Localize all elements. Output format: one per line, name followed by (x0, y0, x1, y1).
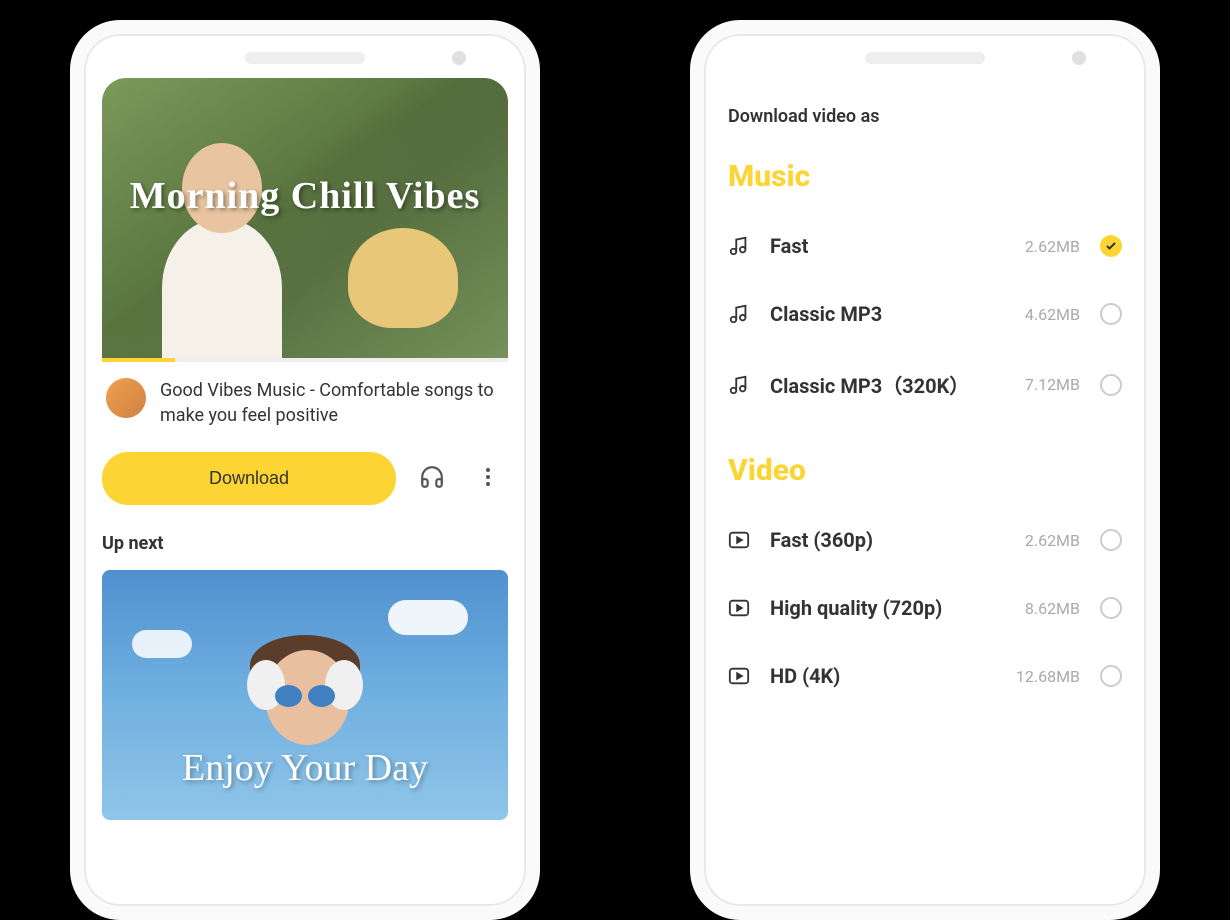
radio-unselected[interactable] (1100, 597, 1122, 619)
music-section-heading: Music (728, 159, 1122, 194)
video-progress-bar[interactable] (102, 358, 508, 362)
radio-selected[interactable] (1100, 235, 1122, 257)
option-size: 2.62MB (1025, 531, 1080, 550)
music-note-icon (728, 303, 750, 325)
more-vertical-icon (476, 465, 500, 492)
option-size: 12.68MB (1016, 667, 1080, 686)
option-size: 4.62MB (1025, 305, 1080, 324)
option-label: High quality (720p) (770, 596, 1005, 620)
radio-unselected[interactable] (1100, 529, 1122, 551)
phone-notch (84, 34, 526, 78)
download-button[interactable]: Download (102, 452, 396, 505)
music-note-icon (728, 235, 750, 257)
video-option-fast-360p[interactable]: Fast (360p) 2.62MB (728, 506, 1122, 574)
option-size: 7.12MB (1025, 375, 1080, 394)
up-next-title-text: Enjoy Your Day (182, 746, 428, 790)
option-label: Fast (770, 234, 1005, 258)
radio-unselected[interactable] (1100, 665, 1122, 687)
music-option-classic-mp3[interactable]: Classic MP3 4.62MB (728, 280, 1122, 348)
actions-row: Download (102, 444, 508, 525)
option-label: Fast (360p) (770, 528, 1005, 552)
phone2-content: Download video as Music Fast 2.62MB Clas… (704, 78, 1146, 710)
channel-avatar[interactable] (106, 378, 146, 418)
more-options-button[interactable] (468, 459, 508, 499)
radio-unselected[interactable] (1100, 303, 1122, 325)
option-label: HD (4K) (770, 664, 996, 688)
video-play-icon (728, 665, 750, 687)
video-title: Good Vibes Music - Comfortable songs to … (160, 378, 504, 428)
video-section-heading: Video (728, 453, 1122, 488)
phone-notch (704, 34, 1146, 78)
video-play-icon (728, 529, 750, 551)
option-label: Classic MP3 (770, 302, 1005, 326)
video-option-hq-720p[interactable]: High quality (720p) 8.62MB (728, 574, 1122, 642)
music-note-icon (728, 374, 750, 396)
video-info-row: Good Vibes Music - Comfortable songs to … (102, 362, 508, 444)
front-camera (452, 51, 466, 65)
music-option-fast[interactable]: Fast 2.62MB (728, 212, 1122, 280)
hero-title-text: Morning Chill Vibes (130, 174, 481, 218)
progress-fill (102, 358, 175, 362)
download-as-heading: Download video as (728, 106, 1122, 127)
up-next-thumbnail[interactable]: Enjoy Your Day (102, 570, 508, 820)
headphones-button[interactable] (412, 459, 452, 499)
video-play-icon (728, 597, 750, 619)
music-option-classic-mp3-320k[interactable]: Classic MP3（320K） 7.12MB (728, 348, 1122, 421)
video-option-hd-4k[interactable]: HD (4K) 12.68MB (728, 642, 1122, 710)
option-label: Classic MP3（320K） (770, 370, 1005, 399)
headphones-icon (419, 464, 445, 493)
phone1-content: Morning Chill Vibes Good Vibes Music - C… (84, 78, 526, 900)
speaker-grille (245, 52, 365, 64)
phone-download-options: Download video as Music Fast 2.62MB Clas… (690, 20, 1160, 920)
option-size: 8.62MB (1025, 599, 1080, 618)
phone-video-player: Morning Chill Vibes Good Vibes Music - C… (70, 20, 540, 920)
radio-unselected[interactable] (1100, 374, 1122, 396)
speaker-grille (865, 52, 985, 64)
up-next-heading: Up next (102, 525, 508, 570)
check-icon (1105, 237, 1117, 256)
video-thumbnail[interactable]: Morning Chill Vibes (102, 78, 508, 358)
option-size: 2.62MB (1025, 237, 1080, 256)
front-camera (1072, 51, 1086, 65)
